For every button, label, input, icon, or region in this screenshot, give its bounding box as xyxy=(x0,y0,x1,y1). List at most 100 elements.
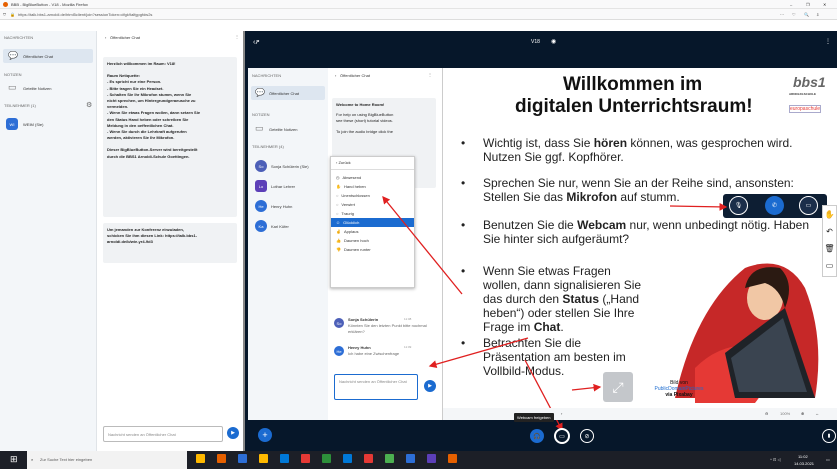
taskbar-apps xyxy=(196,454,469,465)
plus-actions-button[interactable]: + xyxy=(258,428,272,442)
inner-user-item[interactable]: Lo Lothar Lehrer xyxy=(251,178,325,198)
whiteboard-toolbar: ✋ ↶ 🗑 ▭ xyxy=(822,205,837,277)
send-button[interactable]: ▶ xyxy=(227,427,239,439)
undo-icon[interactable]: ↶ xyxy=(823,223,836,240)
inner-chat-back-icon[interactable]: ‹ xyxy=(335,73,336,78)
window-title: BBB - BigBlueButton - V18 - Mozilla Fire… xyxy=(11,2,88,7)
message-avatar: He xyxy=(334,346,344,356)
taskbar-app-icon[interactable] xyxy=(238,454,247,463)
zoom-in-icon[interactable]: ⊕ xyxy=(801,411,804,416)
bullet-dot: • xyxy=(461,336,466,350)
status-label: Traurig xyxy=(341,211,354,216)
phone-button[interactable]: ✆ xyxy=(765,196,784,215)
room-title: V18 xyxy=(531,39,540,45)
message-text: Könnten Sie den letzten Punkt bitte noch… xyxy=(348,323,427,335)
zoom-icon[interactable]: 🔍 xyxy=(804,12,809,17)
shared-notes-item[interactable]: ▭ Geteilte Notizen xyxy=(3,81,93,95)
inner-send-button[interactable]: ▶ xyxy=(424,380,436,392)
inner-user-item[interactable]: Ka Karl Küfer xyxy=(251,218,325,238)
chat-options-icon[interactable]: ⋮ xyxy=(235,34,239,39)
shared-notes-label: Geteilte Notizen xyxy=(23,86,52,91)
download-icon[interactable]: ⇩ xyxy=(816,12,819,17)
windows-start-icon[interactable]: ⊞ xyxy=(10,454,18,465)
taskbar-app-icon[interactable] xyxy=(322,454,331,463)
trash-icon[interactable]: 🗑 xyxy=(823,240,836,257)
webcam-button[interactable]: ▭ xyxy=(554,428,570,444)
taskbar-app-icon[interactable] xyxy=(301,454,310,463)
taskbar-app-icon[interactable] xyxy=(259,454,268,463)
inner-user-item[interactable]: He Henry Huhn xyxy=(251,198,325,218)
inner-shared-notes-item[interactable]: ▭ Geteilte Notizen xyxy=(251,122,325,136)
settings-gear-icon[interactable]: ⚙ xyxy=(86,101,92,109)
status-icon: 👎 xyxy=(336,247,341,252)
taskbar-app-icon[interactable] xyxy=(196,454,205,463)
browser-titlebar: BBB - BigBlueButton - V18 - Mozilla Fire… xyxy=(0,0,837,9)
status-item[interactable]: ✌ Applaus xyxy=(331,227,414,236)
taskbar-app-icon[interactable] xyxy=(427,454,436,463)
status-label: Daumen hoch xyxy=(343,238,369,243)
message-text: Ich habe eine Zwischenfrage xyxy=(348,351,400,356)
audio-button[interactable]: 🎧 xyxy=(530,429,544,443)
raise-hand-button[interactable]: ▮ xyxy=(822,429,836,443)
inner-chat-input[interactable]: Nachricht senden an Öffentlicher Chat xyxy=(334,374,418,400)
server-info-line: durch die BBS1 Arnoldi-Schule Goettingen… xyxy=(107,153,190,159)
multiuser-icon[interactable]: ▭ xyxy=(823,257,836,274)
taskbar-app-icon[interactable] xyxy=(364,454,373,463)
status-item[interactable]: ◌ Traurig xyxy=(331,209,414,218)
zoom-out-icon[interactable]: ⊖ xyxy=(765,411,768,416)
chat-input[interactable]: Nachricht senden an Öffentlicher Chat xyxy=(103,426,223,442)
users-toggle-icon[interactable]: ‹ዖ xyxy=(253,39,259,47)
minimize-button[interactable]: – xyxy=(790,2,792,7)
inner-chat-options-icon[interactable]: ⋮ xyxy=(428,72,432,77)
status-item[interactable]: ◷ Abwesend xyxy=(331,173,414,182)
more-options-icon[interactable]: ⋮ xyxy=(825,38,831,45)
inner-user-item[interactable]: So Sonja Schülerin (Sie) xyxy=(251,158,325,178)
status-item[interactable]: ✋ Hand heben xyxy=(331,182,414,191)
fullscreen-button[interactable]: ⤢ xyxy=(603,372,633,402)
user-name: WEIM (Sie) xyxy=(23,122,44,127)
screenshare-button[interactable]: ⊘ xyxy=(580,429,594,443)
inner-public-chat-item[interactable]: 💬 Öffentlicher Chat xyxy=(251,86,325,100)
taskbar-app-icon[interactable] xyxy=(385,454,394,463)
next-slide-icon[interactable]: › xyxy=(561,411,562,416)
status-item[interactable]: ◌ Unentschlossen xyxy=(331,191,414,200)
school-logo-sub: ARNOLDI-SCHULE xyxy=(789,92,816,96)
chat-back-icon[interactable]: ‹ xyxy=(105,35,106,40)
page-actions-icon[interactable]: ··· xyxy=(780,12,784,17)
taskbar-app-icon[interactable] xyxy=(343,454,352,463)
taskbar-app-icon[interactable] xyxy=(406,454,415,463)
status-item[interactable]: ☺ Glücklich xyxy=(331,218,414,227)
slide: Willkommen im digitalen Unterrichtsraum!… xyxy=(443,68,837,408)
url-bar[interactable]: ⛉ 🔒 https://talk.bbs1-arnoldi.de/html5cl… xyxy=(0,9,837,20)
hand-tool-icon[interactable]: ✋ xyxy=(823,206,836,223)
taskbar-search[interactable]: ⌕ Zur Suche Text hier eingeben xyxy=(27,451,187,469)
taskbar-app-icon[interactable] xyxy=(217,454,226,463)
status-item[interactable]: ◌ Verwirrt xyxy=(331,200,414,209)
mute-mic-button[interactable]: 🎙 xyxy=(729,196,748,215)
inner-welcome-line-4: To join the audio bridge click the xyxy=(336,128,393,134)
messages-header: NACHRICHTEN xyxy=(4,35,34,40)
notes-header: NOTIZEN xyxy=(4,72,22,77)
system-tray-icons[interactable]: ^ ⊡ ◁ xyxy=(770,457,781,462)
taskbar-app-icon[interactable] xyxy=(448,454,457,463)
url-text[interactable]: https://talk.bbs1-arnoldi.de/html5client… xyxy=(18,12,152,17)
close-window-button[interactable]: ✕ xyxy=(823,2,826,7)
status-icon: ✋ xyxy=(336,184,341,189)
fit-width-icon[interactable]: ↔ xyxy=(815,411,819,416)
taskbar-app-icon[interactable] xyxy=(280,454,289,463)
status-item[interactable]: 👍 Daumen hoch xyxy=(331,236,414,245)
slide-bullet: • Wenn Sie etwas Fragen wollen, dann sign… xyxy=(461,264,651,334)
video-button[interactable]: ▭ xyxy=(799,196,818,215)
status-back-item[interactable]: ‹ Zurück xyxy=(331,157,414,168)
maximize-button[interactable]: ❐ xyxy=(806,2,810,7)
notifications-icon[interactable]: ▭ xyxy=(826,457,830,462)
bookmark-icon[interactable]: ♡ xyxy=(792,12,796,17)
bullet-segment: hören xyxy=(593,136,628,150)
inner-notes-icon: ▭ xyxy=(255,123,264,133)
welcome-message-box: Herzlich willkommen im Raum: V18! Raum N… xyxy=(103,57,237,217)
image-credit: Bild von PublicDomainPictures via Pixaba… xyxy=(639,380,719,398)
status-item[interactable]: 👎 Daumen runter xyxy=(331,245,414,254)
user-item[interactable]: WI WEIM (Sie) xyxy=(3,117,93,131)
notes-icon: ▭ xyxy=(8,82,17,92)
public-chat-item[interactable]: 💬 Öffentlicher Chat xyxy=(3,49,93,63)
